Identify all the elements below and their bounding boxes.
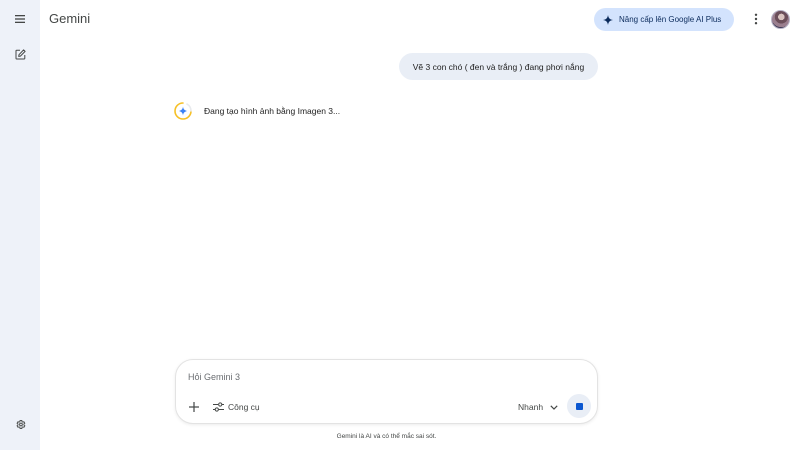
plus-icon (189, 402, 199, 412)
tools-label: Công cụ (228, 402, 260, 412)
more-options-button[interactable] (748, 10, 764, 28)
app-title[interactable]: Gemini (49, 11, 90, 26)
generation-status-text: Đang tạo hình ảnh bằng Imagen 3... (204, 106, 341, 116)
stop-generating-button[interactable] (567, 394, 591, 418)
prompt-input[interactable] (188, 369, 568, 385)
upgrade-plan-button[interactable]: Nâng cấp lên Google AI Plus (594, 8, 734, 31)
disclaimer-text: Gemini là AI và có thể mắc sai sót. (336, 433, 437, 440)
add-attachment-button[interactable] (186, 399, 202, 415)
prompt-composer: Công cụ Nhanh (175, 359, 598, 424)
gear-icon (16, 419, 25, 429)
chevron-down-icon (550, 404, 558, 410)
gemini-loading-indicator (173, 101, 193, 121)
more-vert-icon (754, 13, 758, 25)
stop-icon (575, 402, 583, 410)
main-menu-button[interactable] (10, 9, 30, 29)
sparkle-icon (603, 14, 613, 25)
user-avatar[interactable] (771, 10, 790, 29)
tools-button[interactable]: Công cụ (213, 398, 260, 416)
new-chat-button[interactable] (10, 44, 30, 64)
hamburger-icon (15, 15, 25, 23)
tune-icon (213, 402, 224, 412)
model-selector[interactable]: Nhanh (518, 398, 558, 416)
edit-icon (15, 48, 26, 59)
settings-button[interactable] (10, 414, 30, 434)
user-message-bubble: Vẽ 3 con chó ( đen và trắng ) đang phơi … (399, 53, 598, 80)
upgrade-label: Nâng cấp lên Google AI Plus (619, 15, 722, 24)
gemini-app: Gemini Nâng cấp lên Google AI Plus Vẽ 3 … (0, 0, 800, 450)
gemini-spark-icon (174, 102, 192, 120)
model-label: Nhanh (518, 402, 544, 412)
sidebar (0, 0, 40, 450)
